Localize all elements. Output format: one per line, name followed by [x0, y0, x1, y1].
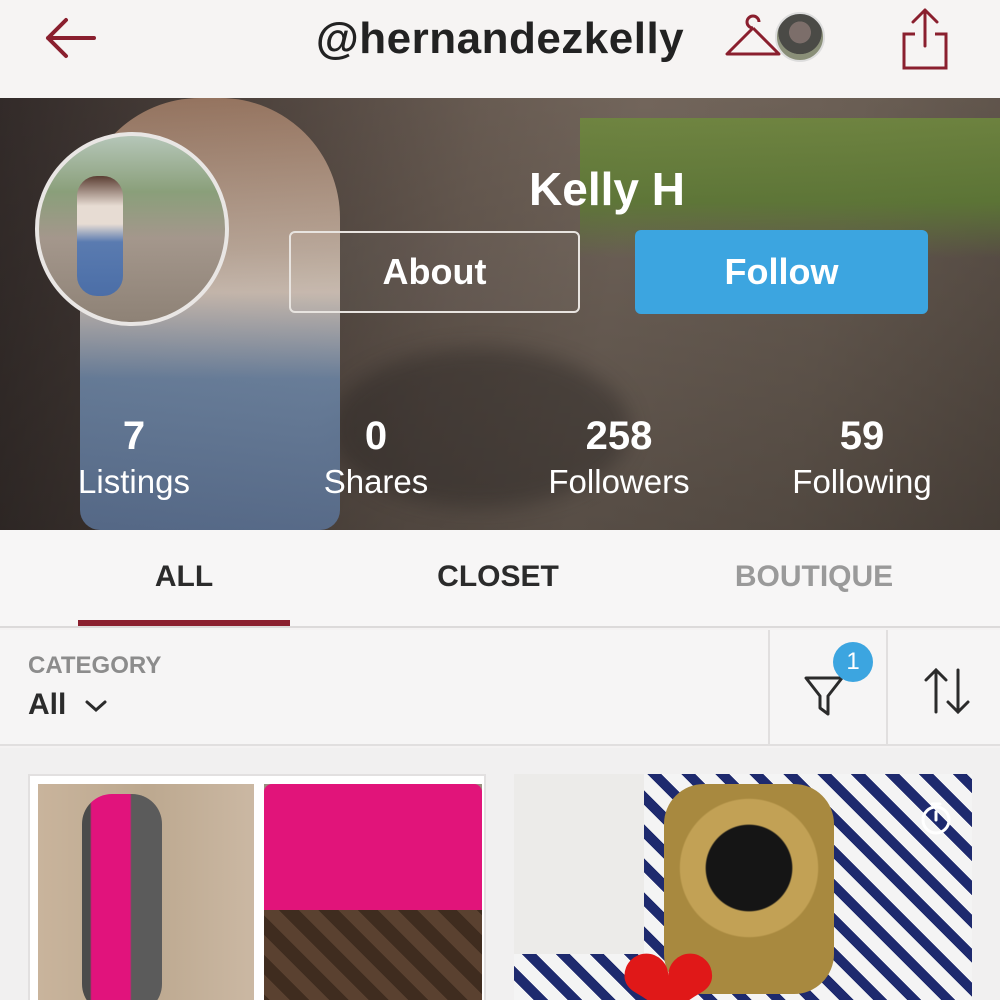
stat-value: 59	[839, 414, 885, 458]
listings-grid	[0, 748, 1000, 1000]
avatar[interactable]	[775, 12, 825, 62]
filter-count-badge: 1	[833, 642, 873, 682]
stat-label: Followers	[548, 463, 690, 500]
stat-label: Following	[792, 463, 932, 500]
active-tab-indicator	[78, 620, 290, 626]
heart-icon: ❤	[618, 923, 719, 1000]
share-button[interactable]	[898, 6, 952, 72]
profile-username: @hernandezkelly	[315, 14, 685, 63]
chevron-down-icon[interactable]	[84, 694, 108, 718]
hanger-icon[interactable]	[724, 14, 782, 62]
stat-shares[interactable]: 0 Shares	[276, 414, 476, 502]
profile-picture[interactable]	[35, 132, 229, 326]
stat-value: 0	[364, 414, 388, 458]
stat-followers[interactable]: 258 Followers	[519, 414, 719, 502]
listing-image	[264, 784, 482, 1000]
listing-image	[38, 784, 254, 1000]
about-button[interactable]: About	[289, 231, 580, 313]
listing-card[interactable]	[28, 774, 486, 1000]
stat-listings[interactable]: 7 Listings	[34, 414, 234, 502]
stat-value: 258	[585, 414, 653, 458]
tab-closet[interactable]: CLOSET	[398, 560, 598, 594]
stat-label: Shares	[323, 463, 429, 500]
stat-following[interactable]: 59 Following	[762, 414, 962, 502]
listing-card[interactable]	[514, 774, 972, 1000]
listing-image	[514, 774, 972, 1000]
share-icon	[902, 8, 948, 70]
top-bar: @hernandezkelly	[0, 0, 1000, 98]
follow-button[interactable]: Follow	[635, 230, 928, 314]
sort-arrows-icon[interactable]	[918, 662, 976, 720]
timer-icon	[921, 802, 951, 835]
stat-value: 7	[122, 414, 146, 458]
category-dropdown[interactable]: All	[28, 688, 66, 722]
stat-label: Listings	[78, 463, 190, 500]
category-label: CATEGORY	[28, 652, 162, 679]
tab-boutique[interactable]: BOUTIQUE	[708, 560, 920, 594]
tab-all[interactable]: ALL	[78, 560, 290, 594]
closet-tabs: ALL CLOSET BOUTIQUE	[0, 530, 1000, 628]
display-name: Kelly H	[529, 163, 685, 215]
